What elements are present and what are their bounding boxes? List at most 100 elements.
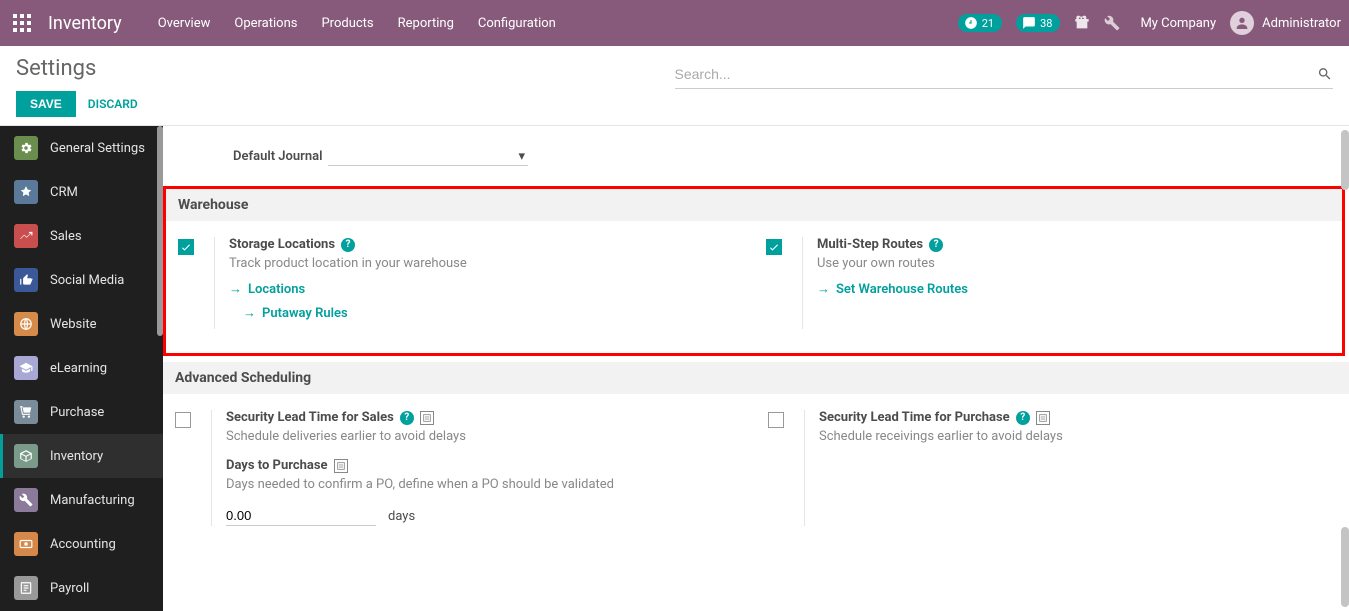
arrow-right-icon: → xyxy=(817,281,830,297)
days-unit-label: days xyxy=(388,509,415,524)
security-lead-sales-title: Security Lead Time for Sales xyxy=(226,410,394,425)
avatar-icon xyxy=(1230,11,1254,35)
nav-overview[interactable]: Overview xyxy=(158,16,211,31)
save-button[interactable]: SAVE xyxy=(16,91,76,117)
discard-button[interactable]: DISCARD xyxy=(88,97,138,111)
days-to-purchase-title: Days to Purchase xyxy=(226,458,328,473)
nav-products[interactable]: Products xyxy=(321,16,373,31)
help-icon[interactable]: ? xyxy=(341,238,355,252)
cart-icon xyxy=(14,400,38,424)
tools-icon[interactable] xyxy=(1104,15,1120,31)
sidebar-item-accounting[interactable]: Accounting xyxy=(0,522,163,566)
apps-menu-icon[interactable] xyxy=(8,9,36,37)
user-menu[interactable]: Administrator xyxy=(1230,11,1341,35)
thumbs-up-icon xyxy=(14,268,38,292)
control-panel: Settings SAVE DISCARD xyxy=(0,46,1349,126)
security-lead-purchase-title: Security Lead Time for Purchase xyxy=(819,410,1010,425)
handshake-icon xyxy=(14,180,38,204)
user-name: Administrator xyxy=(1262,16,1341,31)
sidebar-item-manufacturing[interactable]: Manufacturing xyxy=(0,478,163,522)
nav-configuration[interactable]: Configuration xyxy=(478,16,556,31)
help-icon[interactable]: ? xyxy=(1016,411,1030,425)
sidebar-item-social[interactable]: Social Media xyxy=(0,258,163,302)
days-to-purchase-desc: Days needed to confirm a PO, define when… xyxy=(226,477,744,492)
sidebar-item-general[interactable]: General Settings xyxy=(0,126,163,170)
multi-step-routes-checkbox[interactable] xyxy=(766,239,782,255)
nav-menu: Overview Operations Products Reporting C… xyxy=(158,16,958,31)
search-icon[interactable] xyxy=(1317,66,1333,82)
default-journal-row: Default Journal ▾ xyxy=(193,126,1349,166)
gear-icon xyxy=(14,136,38,160)
sidebar-item-payroll[interactable]: Payroll xyxy=(0,566,163,610)
nav-reporting[interactable]: Reporting xyxy=(398,16,454,31)
putaway-rules-link[interactable]: → Putaway Rules xyxy=(243,305,742,321)
sidebar-item-crm[interactable]: CRM xyxy=(0,170,163,214)
storage-locations-checkbox[interactable] xyxy=(178,239,194,255)
payslip-icon xyxy=(14,576,38,600)
page-title: Settings xyxy=(16,56,675,81)
storage-locations-desc: Track product location in your warehouse xyxy=(229,256,742,271)
sidebar-item-purchase[interactable]: Purchase xyxy=(0,390,163,434)
content-scrollbar-top[interactable] xyxy=(1341,130,1349,190)
sidebar-item-website[interactable]: Website xyxy=(0,302,163,346)
search-box[interactable] xyxy=(675,60,1334,89)
help-icon[interactable]: ? xyxy=(400,411,414,425)
enterprise-icon xyxy=(1036,411,1050,425)
sidebar-item-inventory[interactable]: Inventory xyxy=(0,434,163,478)
globe-icon xyxy=(14,312,38,336)
chat-icon xyxy=(1022,16,1036,30)
company-name[interactable]: My Company xyxy=(1140,16,1216,31)
default-journal-label: Default Journal xyxy=(233,149,322,164)
chart-icon xyxy=(14,224,38,248)
multi-step-routes-title: Multi-Step Routes xyxy=(817,237,923,252)
navbar: Inventory Overview Operations Products R… xyxy=(0,0,1349,46)
sidebar-item-label: Inventory xyxy=(50,449,103,464)
messages-badge[interactable]: 38 xyxy=(1016,14,1060,32)
messages-count: 38 xyxy=(1040,17,1052,30)
wrench-icon xyxy=(14,488,38,512)
app-title[interactable]: Inventory xyxy=(48,13,122,34)
security-lead-sales-desc: Schedule deliveries earlier to avoid del… xyxy=(226,429,744,444)
days-to-purchase-input[interactable] xyxy=(226,506,376,526)
activities-badge[interactable]: 21 xyxy=(958,14,1002,32)
settings-content: Default Journal ▾ Warehouse Storage L xyxy=(163,126,1349,611)
help-icon[interactable]: ? xyxy=(929,238,943,252)
warehouse-section-highlight: Warehouse Storage Locations ? Track prod… xyxy=(163,186,1345,356)
sidebar-item-label: Sales xyxy=(50,229,82,244)
sidebar-item-sales[interactable]: Sales xyxy=(0,214,163,258)
security-lead-sales-checkbox[interactable] xyxy=(175,412,191,428)
default-journal-select[interactable] xyxy=(328,146,528,166)
security-lead-purchase-desc: Schedule receivings earlier to avoid del… xyxy=(819,429,1337,444)
enterprise-icon xyxy=(420,411,434,425)
content-scrollbar-bottom[interactable] xyxy=(1341,527,1349,607)
sidebar-item-label: CRM xyxy=(50,185,78,200)
sidebar-item-label: Payroll xyxy=(50,581,89,596)
sidebar-item-label: Accounting xyxy=(50,537,116,552)
graduation-icon xyxy=(14,356,38,380)
clock-icon xyxy=(964,16,978,30)
nav-operations[interactable]: Operations xyxy=(234,16,297,31)
money-icon xyxy=(14,532,38,556)
search-input[interactable] xyxy=(675,60,1318,88)
arrow-right-icon: → xyxy=(243,305,256,321)
settings-sidebar: General Settings CRM Sales Social Media … xyxy=(0,126,163,611)
multi-step-routes-desc: Use your own routes xyxy=(817,256,1330,271)
gift-icon[interactable] xyxy=(1074,15,1090,31)
sidebar-item-label: Manufacturing xyxy=(50,493,135,508)
locations-link[interactable]: → Locations xyxy=(229,281,742,297)
storage-locations-title: Storage Locations xyxy=(229,237,335,252)
enterprise-icon xyxy=(334,459,348,473)
sidebar-item-elearning[interactable]: eLearning xyxy=(0,346,163,390)
section-scheduling-header: Advanced Scheduling xyxy=(163,362,1349,394)
sidebar-item-label: Purchase xyxy=(50,405,104,420)
section-warehouse-header: Warehouse xyxy=(166,189,1342,221)
arrow-right-icon: → xyxy=(229,281,242,297)
sidebar-item-label: Website xyxy=(50,317,97,332)
sidebar-item-label: General Settings xyxy=(50,141,145,156)
box-icon xyxy=(14,444,38,468)
nav-right: 21 38 My Company Administrator xyxy=(958,11,1341,35)
security-lead-purchase-checkbox[interactable] xyxy=(768,412,784,428)
set-warehouse-routes-link[interactable]: → Set Warehouse Routes xyxy=(817,281,1330,297)
sidebar-item-label: eLearning xyxy=(50,361,107,376)
activities-count: 21 xyxy=(982,17,994,30)
